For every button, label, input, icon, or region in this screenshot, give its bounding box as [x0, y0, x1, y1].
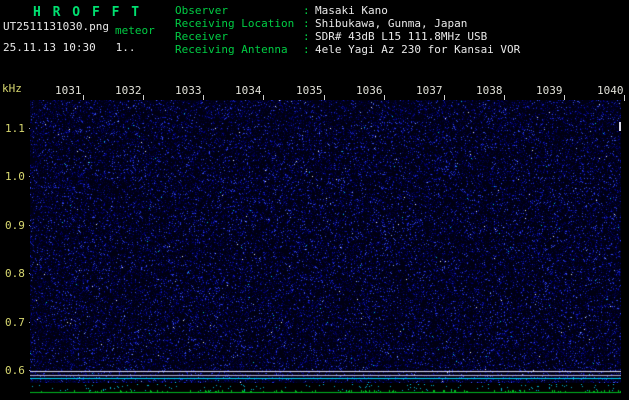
spectrogram-canvas	[30, 100, 621, 383]
time-label: 1037	[416, 84, 443, 97]
output-filename: UT2511131030.png	[3, 20, 109, 33]
info-separator: :	[303, 4, 315, 17]
info-separator: :	[303, 17, 315, 30]
info-label: Receiver	[175, 30, 303, 43]
station-info: Observer: Masaki Kano Receiving Location:…	[175, 4, 520, 56]
filename-line: UT2511131030.png meteor	[3, 20, 155, 33]
time-label: 1040	[597, 84, 624, 97]
timestamp: 25.11.13 10:30 1..	[3, 41, 135, 54]
info-separator: :	[303, 43, 315, 56]
freq-label: 0.6	[5, 364, 25, 377]
hrofft-screen: H R O F F T UT2511131030.png meteor 25.11…	[0, 0, 629, 400]
info-label: Receiving Antenna	[175, 43, 303, 56]
info-value: Shibukawa, Gunma, Japan	[315, 17, 467, 30]
info-separator: :	[303, 30, 315, 43]
right-edge-marker	[619, 122, 621, 131]
info-row: Observer: Masaki Kano	[175, 4, 520, 17]
time-label: 1036	[356, 84, 383, 97]
freq-label: 0.8	[5, 267, 25, 280]
time-label: 1039	[536, 84, 563, 97]
info-row: Receiver: SDR# 43dB L15 111.8MHz USB	[175, 30, 520, 43]
app-title: H R O F F T	[33, 5, 141, 20]
time-label: 1032	[115, 84, 142, 97]
info-label: Observer	[175, 4, 303, 17]
freq-label: 1.1	[5, 122, 25, 135]
info-label: Receiving Location	[175, 17, 303, 30]
signal-strip-canvas	[30, 384, 621, 398]
freq-label: 0.7	[5, 316, 25, 329]
time-label: 1034	[235, 84, 262, 97]
info-value: Masaki Kano	[315, 4, 388, 17]
info-value: SDR# 43dB L15 111.8MHz USB	[315, 30, 487, 43]
time-label: 1035	[296, 84, 323, 97]
time-label: 1031	[55, 84, 82, 97]
time-label: 1038	[476, 84, 503, 97]
info-row: Receiving Antenna:4ele Yagi Az 230 for K…	[175, 43, 520, 56]
time-label: 1033	[175, 84, 202, 97]
mode-label: meteor	[115, 24, 155, 37]
info-row: Receiving Location: Shibukawa, Gunma, Jap…	[175, 17, 520, 30]
freq-label: 1.0	[5, 170, 25, 183]
time-tick	[624, 95, 625, 101]
khz-unit-label: kHz	[2, 82, 22, 95]
freq-label: 0.9	[5, 219, 25, 232]
info-value: 4ele Yagi Az 230 for Kansai VOR	[315, 43, 520, 56]
